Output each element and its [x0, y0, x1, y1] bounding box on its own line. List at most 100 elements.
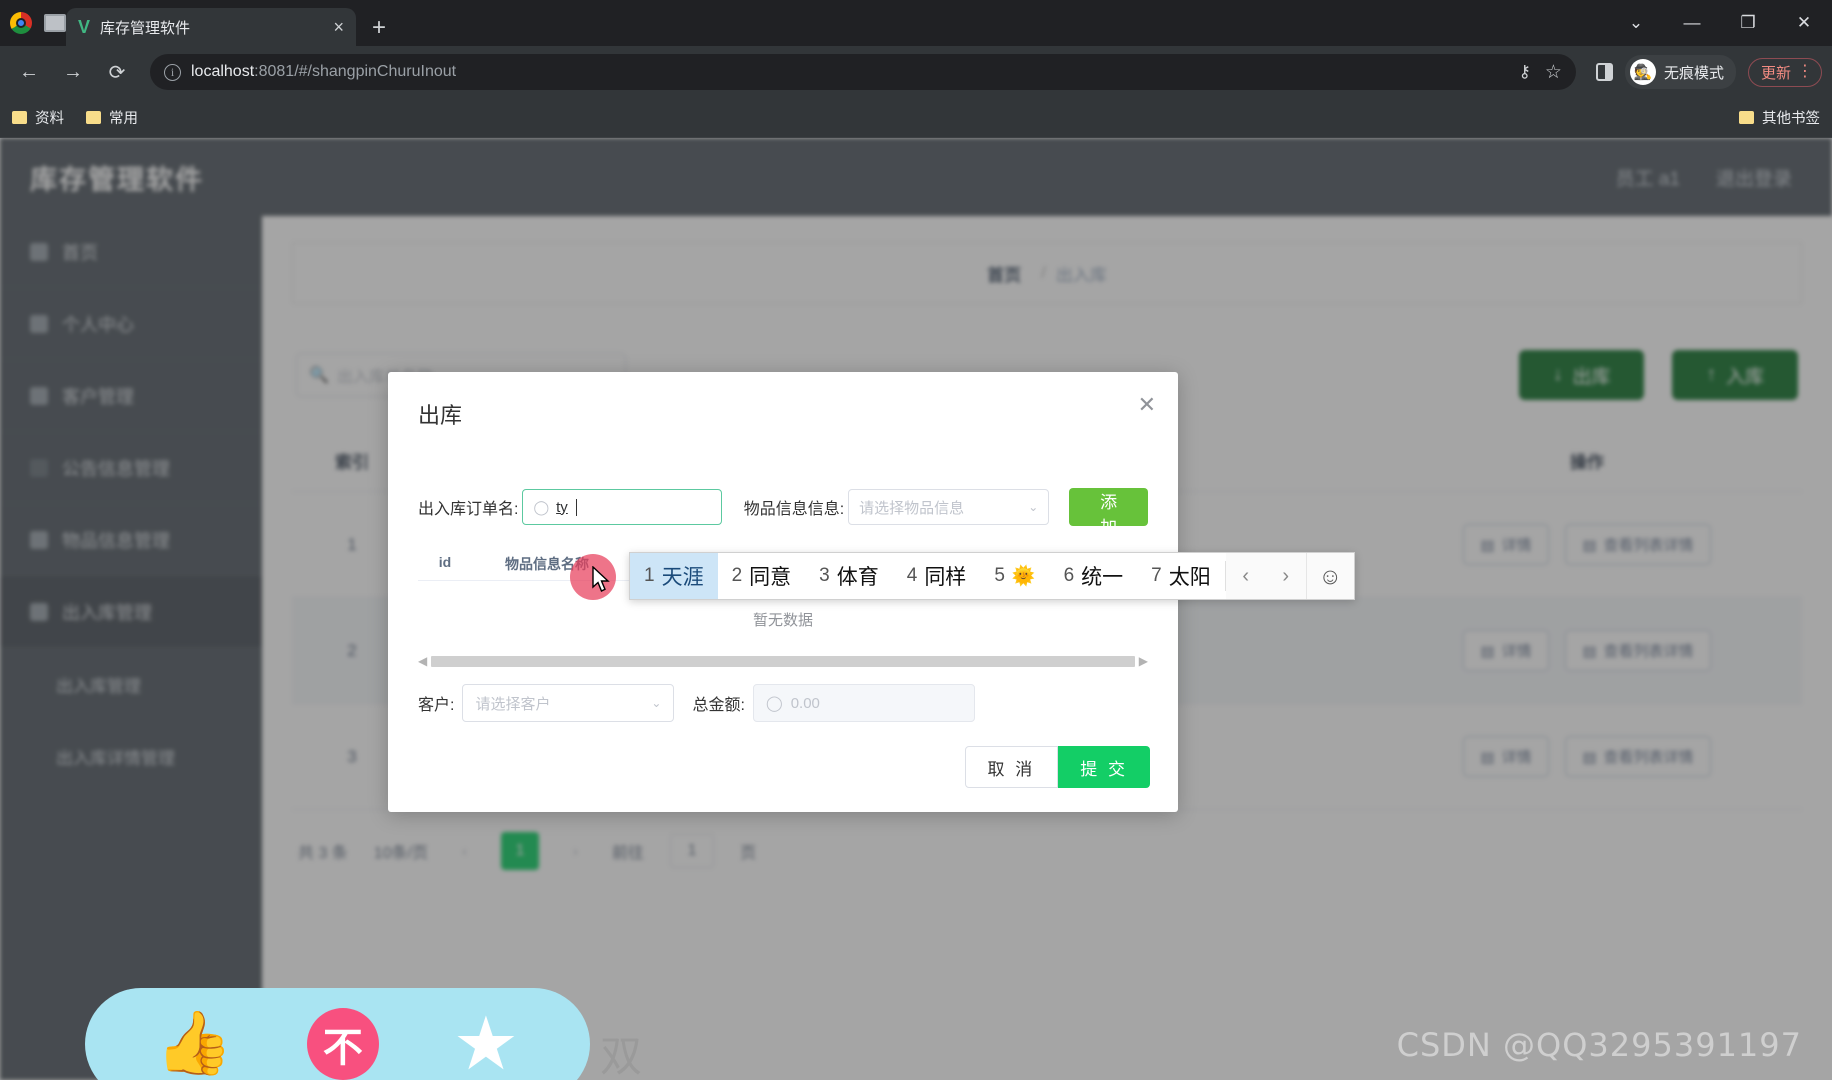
update-button[interactable]: 更新 ⋮ — [1747, 57, 1822, 87]
goods-info-label: 物品信息信息: — [743, 501, 845, 518]
mouse-cursor-icon — [592, 566, 610, 592]
browser-tab[interactable]: V 库存管理软件 × — [66, 8, 356, 46]
ime-candidate-number: 2 — [731, 565, 743, 586]
customer-placeholder: 请选择客户 — [475, 695, 551, 713]
ime-candidate-6[interactable]: 6 统一 — [1050, 553, 1138, 599]
folder-icon — [12, 111, 27, 124]
modal-actions: 取 消 提 交 — [964, 746, 1150, 788]
ime-candidate-word: 同意 — [749, 566, 792, 589]
browser-window: V 库存管理软件 × + ⌄ — ❐ ✕ ← → ⟳ i localhost:8… — [0, 0, 1832, 1080]
web-page: 库存管理软件 首页 个人中心 客户管理 公告信息管理 物品信息管理 出入库管理 … — [0, 138, 1832, 1080]
back-button[interactable]: ← — [10, 53, 48, 91]
ime-emoji-icon[interactable]: ☺ — [1305, 553, 1354, 599]
address-bar[interactable]: i localhost:8081/#/shangpinChuruInout ⚷ … — [150, 54, 1576, 90]
ime-prev-page-icon[interactable]: ‹ — [1225, 553, 1266, 599]
window-maximize-button[interactable]: ❐ — [1720, 0, 1776, 46]
background-obscured-text: 双 — [600, 1033, 643, 1080]
ime-candidate-word: 统一 — [1081, 566, 1124, 589]
tab-search-icon[interactable] — [44, 14, 66, 32]
ime-candidate-3[interactable]: 3 体育 — [805, 553, 893, 599]
bookmark-label: 常用 — [109, 111, 138, 127]
scrollbar-thumb[interactable] — [431, 655, 1135, 667]
total-amount-label: 总金额: — [692, 697, 745, 714]
customer-select[interactable]: 请选择客户 ⌄ — [462, 684, 675, 722]
incognito-avatar-icon: 🕵 — [1629, 59, 1656, 85]
window-expand-button[interactable]: ⌄ — [1608, 0, 1664, 46]
chevron-down-icon: ⌄ — [1028, 500, 1039, 514]
thumbs-up-icon: 👍 — [155, 1009, 234, 1078]
goods-info-select[interactable]: 请选择物品信息 ⌄ — [848, 489, 1050, 525]
sun-emoji-icon: 🌞 — [1011, 566, 1036, 587]
horizontal-scrollbar[interactable]: ◀ ▶ — [418, 654, 1148, 668]
tab-title: 库存管理软件 — [100, 19, 191, 37]
window-close-button[interactable]: ✕ — [1776, 0, 1832, 46]
address-bar-url: localhost:8081/#/shangpinChuruInout — [191, 63, 456, 81]
incognito-indicator[interactable]: 🕵 无痕模式 — [1624, 55, 1736, 89]
ime-candidate-number: 7 — [1151, 565, 1162, 586]
ime-next-page-icon[interactable]: › — [1265, 553, 1306, 599]
ime-candidate-word: 体育 — [836, 566, 879, 589]
ime-candidate-word: 太阳 — [1168, 566, 1211, 589]
omnibox-right-icons: ⚷ ☆ — [1518, 61, 1562, 84]
ime-candidate-4[interactable]: 4 同样 — [893, 553, 981, 599]
add-button[interactable]: 添加 — [1069, 488, 1148, 537]
bookmark-star-icon[interactable]: ☆ — [1545, 61, 1562, 84]
ime-candidate-number: 3 — [819, 565, 830, 586]
bookmark-label: 资料 — [35, 111, 64, 127]
side-panel-icon[interactable] — [1595, 63, 1613, 81]
text-caret — [575, 498, 577, 516]
update-label: 更新 — [1760, 64, 1791, 82]
password-key-icon[interactable]: ⚷ — [1518, 62, 1530, 82]
total-amount-input: ◯ 0.00 — [752, 684, 975, 722]
folder-icon — [86, 111, 101, 124]
modal-close-icon[interactable]: ✕ — [1138, 394, 1156, 416]
submit-button[interactable]: 提 交 — [1058, 746, 1150, 788]
reload-button[interactable]: ⟳ — [98, 53, 136, 91]
browser-titlebar: V 库存管理软件 × + ⌄ — ❐ ✕ — [0, 0, 1832, 46]
ime-candidate-1[interactable]: 1 天涯 — [630, 553, 718, 599]
forward-button[interactable]: → — [54, 53, 92, 91]
chrome-menu-icon[interactable]: ⋮ — [1797, 63, 1813, 79]
reaction-sticker-overlay: 👍 不 ★ — [85, 988, 590, 1080]
scroll-right-icon[interactable]: ▶ — [1139, 654, 1148, 668]
customer-label: 客户: — [418, 697, 455, 714]
vue-favicon-icon: V — [78, 17, 91, 37]
ime-candidate-number: 6 — [1063, 565, 1075, 586]
ime-candidate-number: 4 — [906, 565, 918, 586]
chevron-down-icon: ⌄ — [651, 696, 662, 710]
tab-close-icon[interactable]: × — [333, 18, 344, 36]
ime-candidate-7[interactable]: 7 太阳 — [1137, 553, 1225, 599]
order-name-value: ty — [556, 498, 568, 516]
folder-icon — [1739, 111, 1754, 124]
ime-candidate-2[interactable]: 2 同意 — [718, 553, 806, 599]
ime-candidate-word: 天涯 — [661, 566, 704, 589]
other-bookmarks-label: 其他书签 — [1762, 111, 1820, 127]
modal-footer-fields: 客户: 请选择客户 ⌄ 总金额: ◯ 0.00 — [418, 684, 1148, 722]
ime-candidate-5[interactable]: 5 🌞 — [980, 553, 1049, 599]
star-icon: ★ — [452, 1002, 520, 1080]
order-name-input[interactable]: ◯ ty — [522, 489, 722, 525]
ime-candidate-word: 同样 — [924, 566, 967, 589]
bookmark-item-changyong[interactable]: 常用 — [86, 107, 138, 128]
tabstrip: V 库存管理软件 × + — [66, 0, 402, 46]
scroll-left-icon[interactable]: ◀ — [418, 654, 427, 668]
search-icon: ◯ — [533, 498, 550, 515]
window-minimize-button[interactable]: — — [1664, 0, 1720, 46]
url-path: :8081/#/shangpinChuruInout — [254, 63, 457, 80]
ime-candidate-number: 5 — [994, 565, 1005, 586]
incognito-label: 无痕模式 — [1663, 64, 1724, 82]
ime-candidate-number: 1 — [644, 565, 655, 586]
site-info-icon[interactable]: i — [164, 63, 181, 81]
bookmark-item-ziliao[interactable]: 资料 — [12, 107, 64, 128]
modal-form-row: 出入库订单名: ◯ ty 物品信息信息: 请选择物品信息 ⌄ 添加 — [418, 488, 1148, 537]
cancel-button[interactable]: 取 消 — [964, 746, 1059, 788]
other-bookmarks-button[interactable]: 其他书签 — [1739, 107, 1820, 128]
url-host: localhost — [191, 63, 255, 80]
titlebar-left-icons — [0, 0, 66, 46]
new-tab-button[interactable]: + — [356, 16, 402, 46]
total-amount-value: 0.00 — [790, 694, 820, 712]
currency-icon: ◯ — [765, 695, 783, 712]
chrome-logo-icon — [10, 12, 32, 34]
ime-candidate-bar: 1 天涯 2 同意 3 体育 4 同样 5 🌞 6 统一 7 太阳 ‹ › ☺ — [629, 552, 1355, 600]
bookmarks-bar: 资料 常用 其他书签 — [0, 98, 1832, 138]
